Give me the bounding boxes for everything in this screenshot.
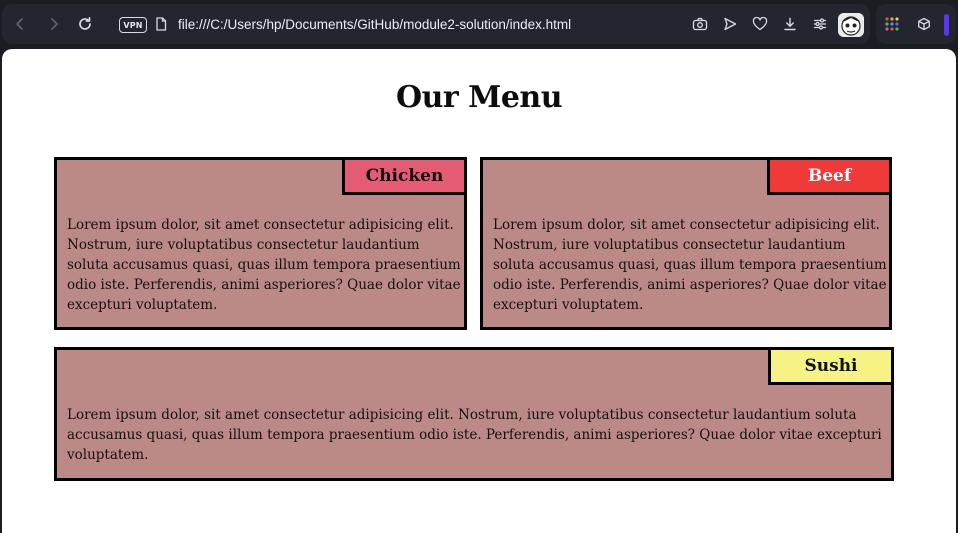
menu-section-sushi: Sushi Lorem ipsum dolor, sit amet consec… bbox=[54, 347, 894, 481]
page-title: Our Menu bbox=[395, 80, 563, 115]
profile-avatar[interactable] bbox=[838, 13, 864, 37]
menu-section-beef: Beef Lorem ipsum dolor, sit amet consect… bbox=[480, 157, 892, 330]
easy-setup-button[interactable] bbox=[810, 14, 830, 34]
vpn-badge[interactable]: VPN bbox=[119, 17, 147, 33]
cube-icon bbox=[918, 17, 930, 31]
downloads-button[interactable] bbox=[780, 14, 800, 34]
apps-button[interactable] bbox=[882, 14, 902, 34]
file-icon bbox=[156, 17, 167, 31]
browser-side-panel bbox=[876, 4, 956, 44]
back-button[interactable] bbox=[10, 14, 30, 34]
reload-icon bbox=[79, 16, 91, 30]
forward-button[interactable] bbox=[44, 14, 64, 34]
heart-icon bbox=[752, 17, 768, 31]
snapshot-button[interactable] bbox=[690, 14, 710, 34]
address-bar[interactable]: file:///C:/Users/hp/Documents/GitHub/mod… bbox=[178, 16, 571, 34]
apps-grid-icon bbox=[885, 17, 899, 31]
page-info-button[interactable] bbox=[151, 14, 171, 34]
menu-section-chicken: Chicken Lorem ipsum dolor, sit amet cons… bbox=[54, 157, 467, 330]
reload-button[interactable] bbox=[75, 14, 95, 34]
section-label-chicken: Chicken bbox=[342, 157, 467, 195]
chevron-left-icon bbox=[16, 18, 23, 30]
sliders-icon bbox=[813, 18, 827, 30]
section-label-sushi: Sushi bbox=[768, 347, 894, 385]
favorites-button[interactable] bbox=[750, 14, 770, 34]
section-text-chicken: Lorem ipsum dolor, sit amet consectetur … bbox=[67, 217, 461, 313]
send-icon bbox=[724, 17, 737, 31]
camera-icon bbox=[692, 17, 708, 31]
download-icon bbox=[784, 17, 796, 31]
section-text-sushi: Lorem ipsum dolor, sit amet consectetur … bbox=[67, 407, 882, 463]
chevron-right-icon bbox=[51, 18, 58, 30]
avatar-icon bbox=[838, 13, 864, 37]
send-button[interactable] bbox=[720, 14, 740, 34]
section-text-beef: Lorem ipsum dolor, sit amet consectetur … bbox=[493, 217, 887, 313]
browser-toolbar: VPN file:///C:/Users/hp/Documents/GitHub… bbox=[2, 4, 870, 44]
sidebar-accent-indicator[interactable] bbox=[944, 14, 949, 36]
section-label-beef: Beef bbox=[767, 157, 892, 195]
page-viewport: Our Menu Chicken Lorem ipsum dolor, sit … bbox=[2, 49, 956, 533]
extensions-button[interactable] bbox=[914, 14, 934, 34]
